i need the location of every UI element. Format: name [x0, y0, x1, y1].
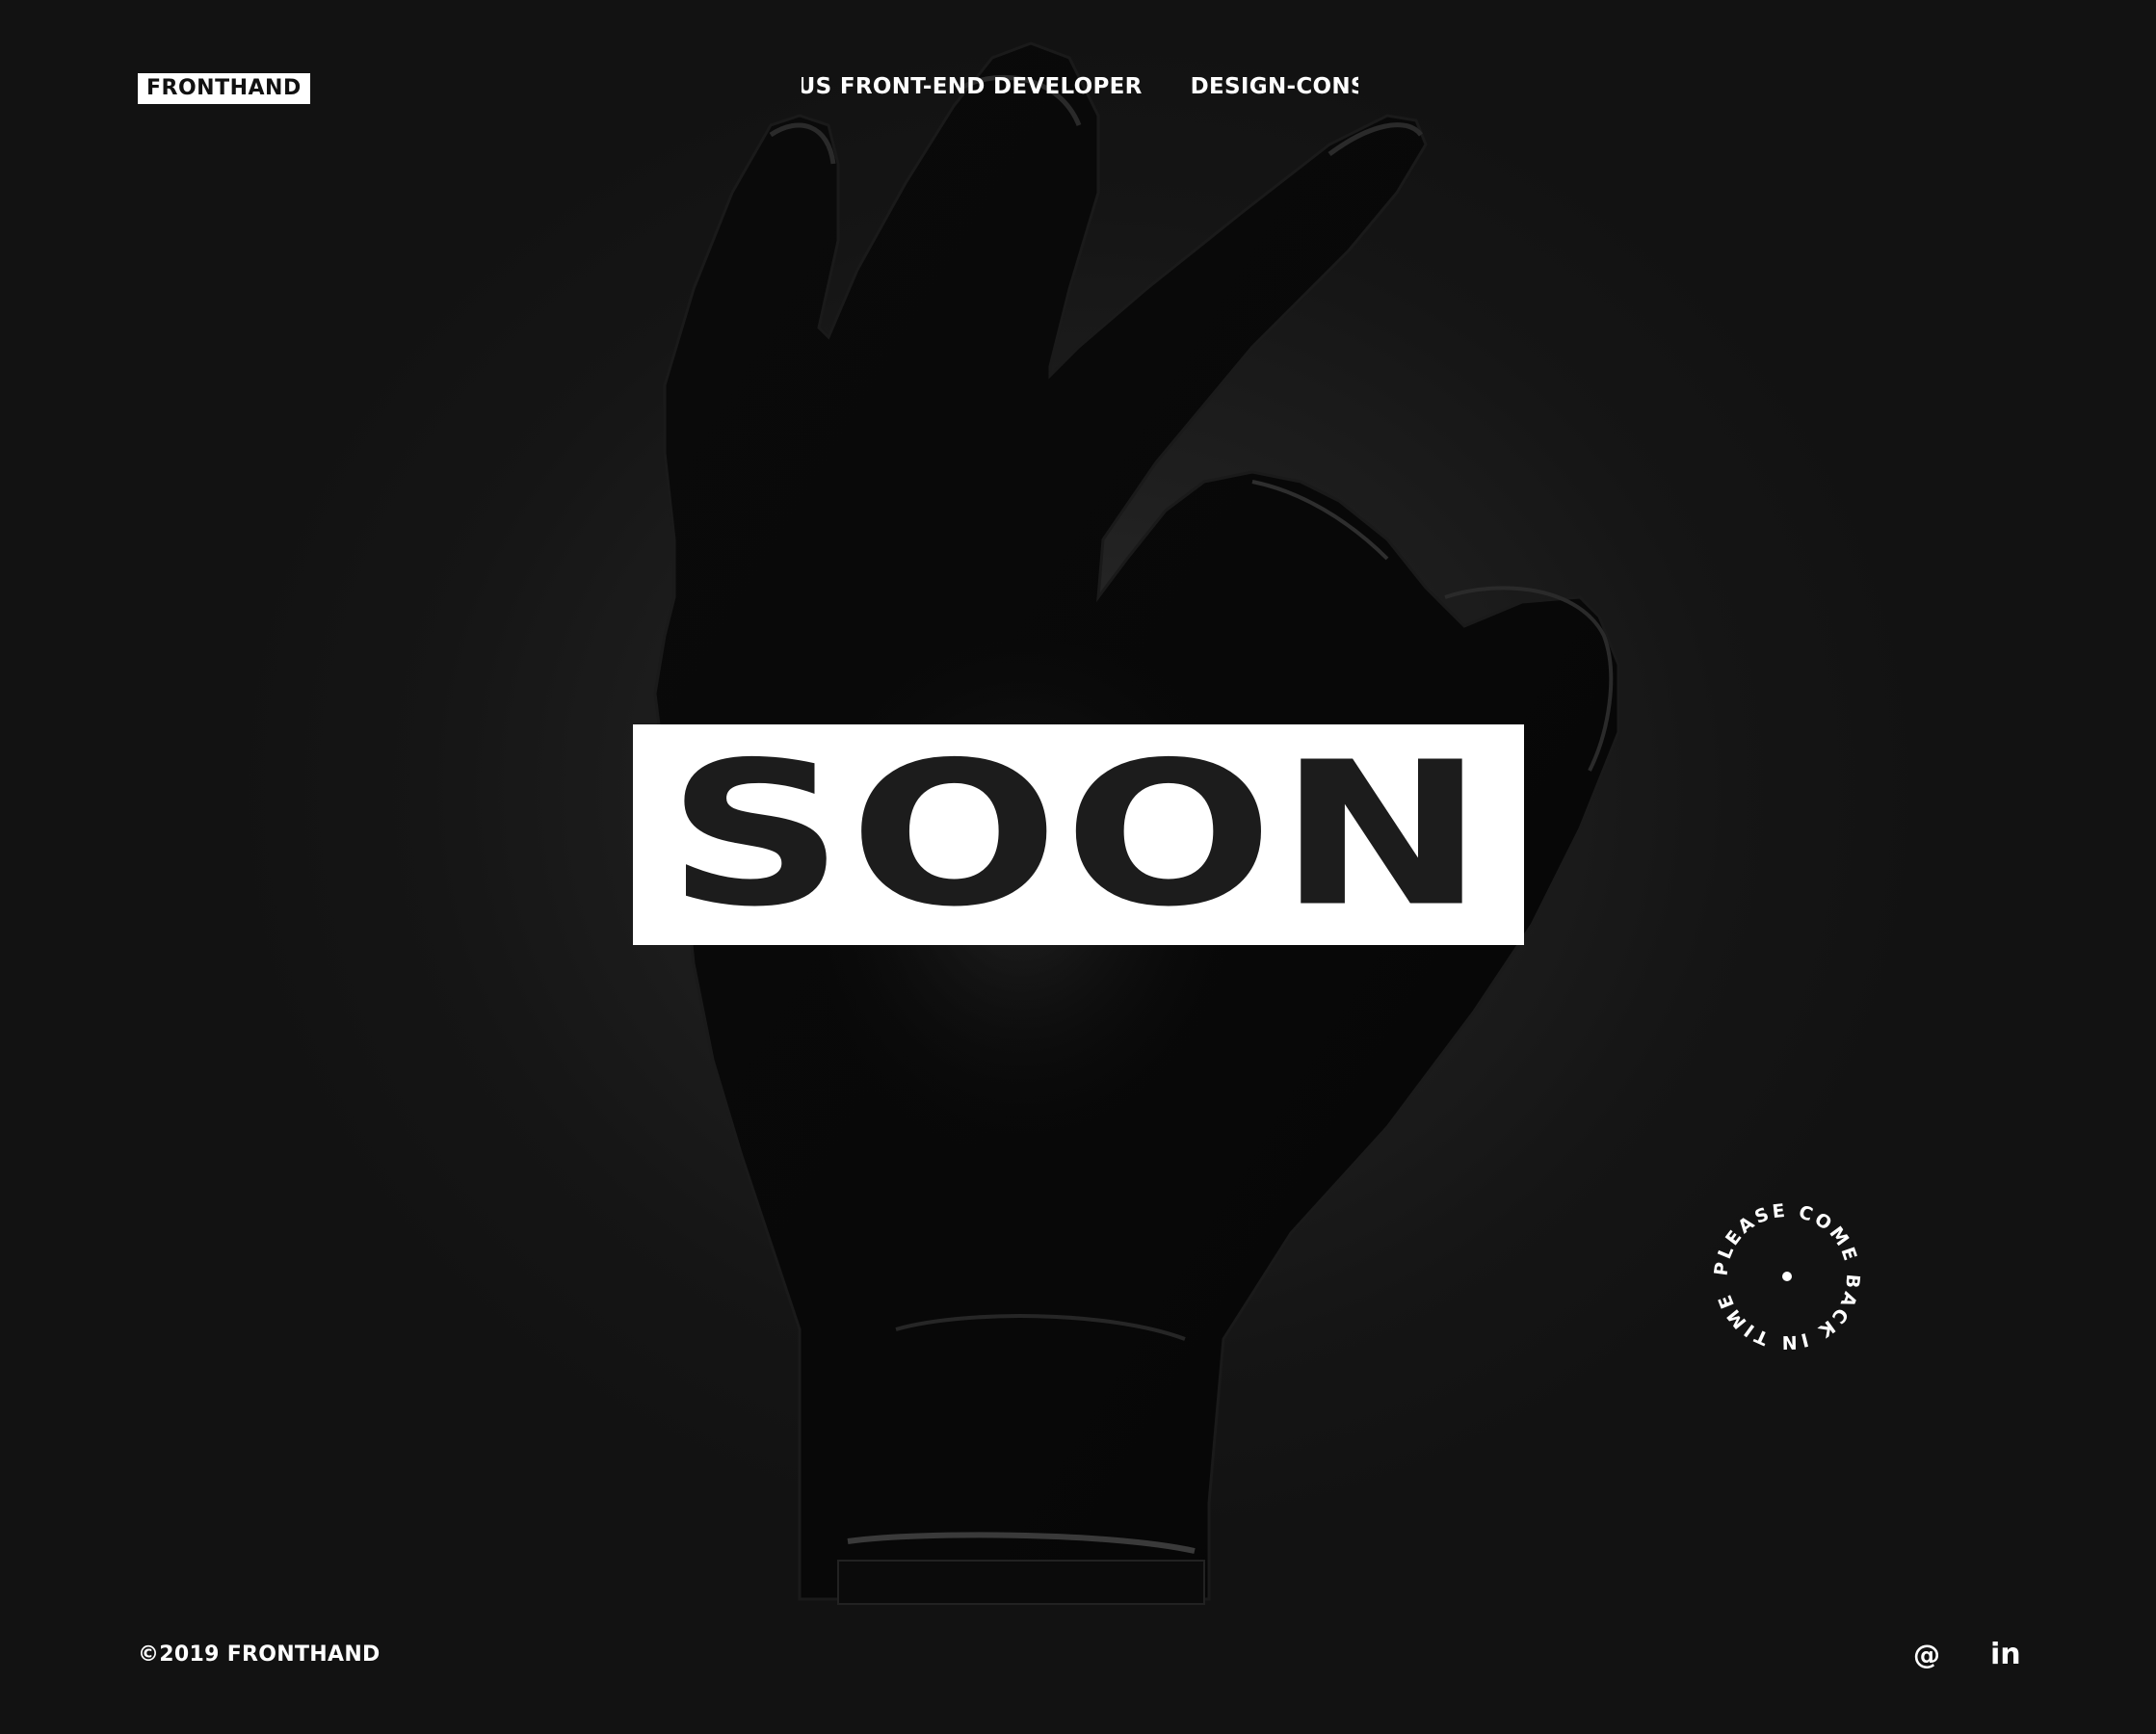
header-marquee: AMBITIOUS FRONT-END DEVELOPER DESIGN-CON… [802, 67, 1358, 106]
marquee-item-developer: AMBITIOUS FRONT-END DEVELOPER [802, 74, 1143, 99]
footer-copyright: ©2019 FRONTHAND [138, 1642, 381, 1667]
badge-center-dot [1782, 1272, 1792, 1281]
marquee-track: AMBITIOUS FRONT-END DEVELOPER DESIGN-CON… [802, 67, 1358, 106]
headline-box: SOON [633, 724, 1524, 945]
rotating-circular-badge: PLEASE COME BACK IN TIME [1711, 1200, 1861, 1353]
headline-text: SOON [667, 718, 1490, 951]
email-link-icon[interactable]: @ [1913, 1636, 1940, 1674]
linkedin-link-icon[interactable]: in [1990, 1636, 2021, 1674]
marquee-item-design: DESIGN-CONSCIOUS [1190, 74, 1358, 99]
fronthand-logo[interactable]: FRONTHAND [138, 73, 310, 104]
